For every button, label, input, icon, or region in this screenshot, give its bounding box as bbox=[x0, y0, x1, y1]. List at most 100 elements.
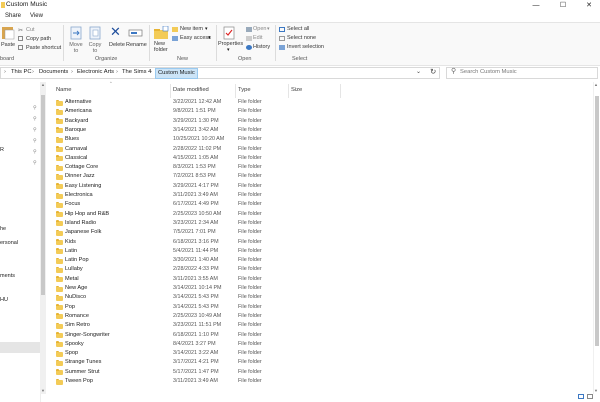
nav-item[interactable]: ersonal bbox=[0, 240, 18, 246]
file-type: File folder bbox=[238, 182, 262, 189]
table-row[interactable] bbox=[50, 303, 390, 312]
breadcrumb-this-pc[interactable]: This PC bbox=[11, 69, 32, 75]
folder-icon bbox=[56, 285, 63, 292]
table-row[interactable] bbox=[50, 107, 390, 116]
table-row[interactable] bbox=[50, 219, 390, 228]
table-row[interactable] bbox=[50, 172, 390, 181]
file-name: Easy Listening bbox=[65, 182, 102, 189]
breadcrumb-the-sims-4[interactable]: The Sims 4 bbox=[122, 69, 151, 75]
nav-scrollbar-thumb[interactable] bbox=[41, 95, 45, 295]
nav-item[interactable]: ments bbox=[0, 273, 15, 279]
scroll-down-arrow[interactable]: ▼ bbox=[41, 388, 45, 393]
new-item-button[interactable]: New item bbox=[180, 26, 203, 32]
column-header-name[interactable]: Name bbox=[56, 87, 71, 93]
nav-item-selected[interactable] bbox=[0, 342, 40, 353]
file-date-modified: 8/4/2021 3:27 PM bbox=[173, 340, 216, 347]
table-row[interactable] bbox=[50, 117, 390, 126]
column-separator[interactable] bbox=[340, 84, 341, 98]
scroll-down-arrow[interactable]: ▼ bbox=[594, 388, 598, 393]
column-separator[interactable] bbox=[235, 84, 236, 98]
open-button[interactable]: Open bbox=[253, 26, 266, 32]
chevron-down-icon[interactable]: ⌄ bbox=[416, 68, 421, 75]
file-type: File folder bbox=[238, 303, 262, 310]
column-separator[interactable] bbox=[288, 84, 289, 98]
pin-icon: ⚲ bbox=[33, 138, 37, 144]
window-title: Custom Music bbox=[6, 1, 48, 8]
table-row[interactable] bbox=[50, 126, 390, 135]
table-row[interactable] bbox=[50, 154, 390, 163]
rename-button[interactable]: Rename bbox=[126, 42, 147, 48]
cut-button[interactable]: Cut bbox=[26, 27, 35, 33]
tab-share[interactable]: Share bbox=[5, 13, 21, 19]
select-none-button[interactable]: Select none bbox=[287, 35, 316, 41]
move-to-button[interactable]: Move to bbox=[69, 42, 83, 54]
table-row[interactable] bbox=[50, 275, 390, 284]
folder-icon bbox=[56, 359, 63, 366]
file-name: Kids bbox=[65, 238, 76, 245]
table-row[interactable] bbox=[50, 349, 390, 358]
table-row[interactable] bbox=[50, 377, 390, 386]
folder-icon bbox=[56, 99, 63, 106]
breadcrumb-documents[interactable]: Documents bbox=[39, 69, 68, 75]
minimize-button[interactable]: — bbox=[525, 0, 547, 11]
table-row[interactable] bbox=[50, 340, 390, 349]
copy-to-button[interactable]: Copy to bbox=[88, 42, 102, 54]
breadcrumb-current[interactable]: Custom Music bbox=[155, 68, 198, 79]
delete-button[interactable]: Delete bbox=[109, 42, 125, 48]
scroll-up-arrow[interactable]: ▲ bbox=[594, 82, 598, 87]
pin-icon: ⚲ bbox=[33, 160, 37, 166]
cut-icon: ✂ bbox=[18, 28, 24, 34]
pin-icon: ⚲ bbox=[33, 116, 37, 122]
file-list-scrollbar-thumb[interactable] bbox=[595, 96, 599, 346]
nav-item[interactable]: he bbox=[0, 226, 6, 232]
new-folder-button[interactable]: New folder bbox=[154, 41, 172, 53]
easy-access-button[interactable]: Easy access bbox=[180, 35, 211, 41]
table-row[interactable] bbox=[50, 163, 390, 172]
tab-view[interactable]: View bbox=[30, 13, 43, 19]
nav-item[interactable]: HU bbox=[0, 297, 8, 303]
column-header-date[interactable]: Date modified bbox=[173, 87, 209, 93]
chevron-right-icon: › bbox=[4, 69, 6, 75]
table-row[interactable] bbox=[50, 238, 390, 247]
new-group-label: New bbox=[177, 56, 189, 62]
file-type: File folder bbox=[238, 312, 262, 319]
paste-button[interactable]: Paste bbox=[1, 42, 15, 48]
column-separator[interactable] bbox=[170, 84, 171, 98]
file-name: Romance bbox=[65, 312, 89, 319]
history-button[interactable]: History bbox=[253, 44, 270, 50]
close-button[interactable]: ✕ bbox=[578, 0, 600, 11]
table-row[interactable] bbox=[50, 191, 390, 200]
maximize-button[interactable]: ☐ bbox=[552, 0, 574, 11]
column-header-size[interactable]: Size bbox=[291, 87, 302, 93]
details-view-icon[interactable] bbox=[578, 394, 584, 399]
table-row[interactable] bbox=[50, 200, 390, 209]
copy-path-button[interactable]: Copy path bbox=[26, 36, 51, 42]
file-date-modified: 10/25/2021 10:20 AM bbox=[173, 136, 225, 143]
table-row[interactable] bbox=[50, 256, 390, 265]
refresh-icon[interactable]: ↻ bbox=[430, 67, 436, 76]
file-name: Baroque bbox=[65, 126, 87, 133]
file-name: Focus bbox=[65, 201, 81, 208]
table-row[interactable] bbox=[50, 368, 390, 377]
large-icons-view-icon[interactable] bbox=[587, 394, 593, 399]
table-row[interactable] bbox=[50, 293, 390, 302]
breadcrumb-electronic-arts[interactable]: Electronic Arts bbox=[77, 69, 114, 75]
folder-icon bbox=[56, 211, 63, 218]
file-type: File folder bbox=[238, 285, 262, 291]
table-row[interactable] bbox=[50, 265, 390, 274]
file-type: File folder bbox=[238, 238, 262, 245]
properties-button[interactable]: Properties bbox=[218, 41, 243, 47]
folder-icon bbox=[56, 229, 63, 236]
folder-icon bbox=[56, 369, 63, 376]
paste-shortcut-button[interactable]: Paste shortcut bbox=[26, 45, 61, 51]
nav-item[interactable]: R bbox=[0, 147, 4, 153]
column-header-type[interactable]: Type bbox=[238, 87, 251, 93]
file-type: File folder bbox=[238, 126, 262, 133]
table-row[interactable] bbox=[50, 247, 390, 256]
invert-selection-button[interactable]: Invert selection bbox=[287, 44, 324, 50]
edit-button[interactable]: Edit bbox=[253, 35, 262, 41]
scroll-up-arrow[interactable]: ▲ bbox=[41, 82, 45, 87]
search-placeholder[interactable]: Search Custom Music bbox=[460, 69, 517, 75]
file-type: File folder bbox=[238, 99, 262, 105]
select-all-button[interactable]: Select all bbox=[287, 26, 309, 32]
